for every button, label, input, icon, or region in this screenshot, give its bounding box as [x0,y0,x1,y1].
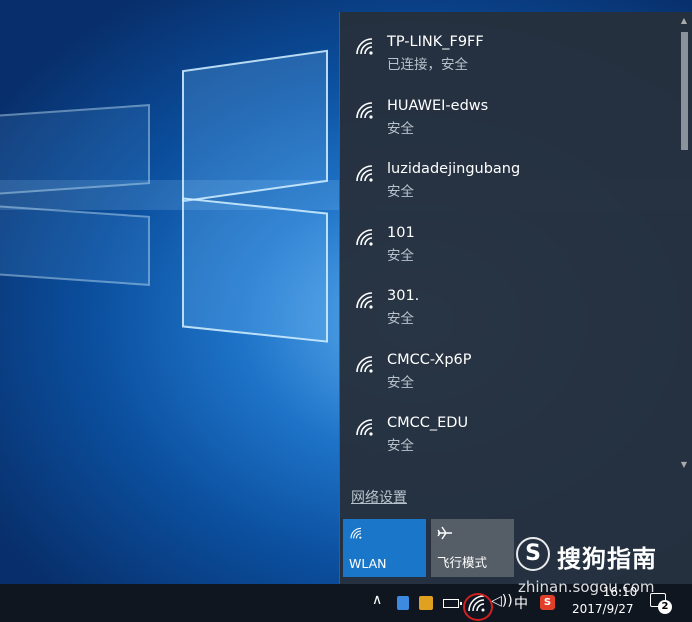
highlight-circle [463,593,493,621]
network-status: 安全 [387,184,414,200]
scroll-down-arrow-icon[interactable]: ▼ [678,460,690,469]
clock-date[interactable]: 2017/9/27 [572,602,634,616]
sogou-logo: S [516,537,550,571]
wifi-signal-icon [356,38,373,55]
wlan-tile-label: WLAN [349,556,387,571]
network-item[interactable]: luzidadejingubang 安全 [340,139,677,202]
watermark-brand: 搜狗指南 [557,545,657,573]
network-item[interactable]: CMCC-Xp6P 安全 [340,330,677,393]
wlan-toggle-tile[interactable]: WLAN [343,519,426,577]
airplane-mode-tile[interactable]: 飞行模式 [431,519,514,577]
clock-time[interactable]: 16:10 [590,585,650,599]
network-item[interactable]: TP-LINK_F9FF 已连接，安全 [340,12,677,75]
network-name: HUAWEI-edws [387,97,489,114]
wifi-signal-icon [356,165,373,182]
network-status: 安全 [387,247,414,264]
airplane-icon [437,526,452,540]
wifi-icon [350,527,362,539]
network-status: 安全 [387,311,414,327]
network-status: 安全 [387,374,414,391]
scrollbar[interactable]: ▲ ▼ [678,12,690,474]
wifi-signal-icon [356,228,373,246]
network-status: 安全 [387,438,414,454]
security-shield-icon[interactable] [397,596,409,610]
wifi-signal-icon [356,292,373,309]
window-logo-pane [0,204,150,286]
window-logo-pane [0,104,150,196]
network-status: 安全 [387,120,414,137]
store-bag-icon[interactable] [419,596,433,610]
network-name: 101 [387,224,415,241]
window-logo-pane [182,197,328,343]
network-settings-link[interactable]: 网络设置 [351,487,407,507]
scroll-thumb[interactable] [681,32,688,150]
show-hidden-icons-chevron-icon[interactable]: ∧ [372,592,382,610]
network-item[interactable]: 101 安全 [340,203,677,266]
network-name: CMCC-Xp6P [387,351,472,368]
network-name: TP-LINK_F9FF [387,34,484,50]
network-item[interactable]: CMCC_EDU 安全 [340,393,677,456]
network-status: 已连接，安全 [387,57,468,73]
notification-count-badge: 2 [658,600,672,614]
sogou-input-icon[interactable]: S [540,595,555,610]
network-name: CMCC_EDU [387,415,469,431]
window-logo-pane [182,49,328,203]
wifi-signal-icon [356,101,373,119]
network-item[interactable]: HUAWEI-edws 安全 [340,76,677,139]
airplane-tile-label: 飞行模式 [437,555,488,570]
volume-icon[interactable]: ◁)) [491,593,513,611]
network-name: 301. [387,288,420,304]
network-flyout: TP-LINK_F9FF 已连接，安全 HUAWEI-edws 安全 luzidadej… [339,12,692,584]
wifi-signal-icon [356,419,373,436]
network-item[interactable]: 301. 安全 [340,266,677,329]
network-name: luzidadejingubang [387,161,521,177]
battery-icon[interactable] [443,599,462,608]
wifi-signal-icon [356,355,373,373]
scroll-up-arrow-icon[interactable]: ▲ [678,16,690,25]
